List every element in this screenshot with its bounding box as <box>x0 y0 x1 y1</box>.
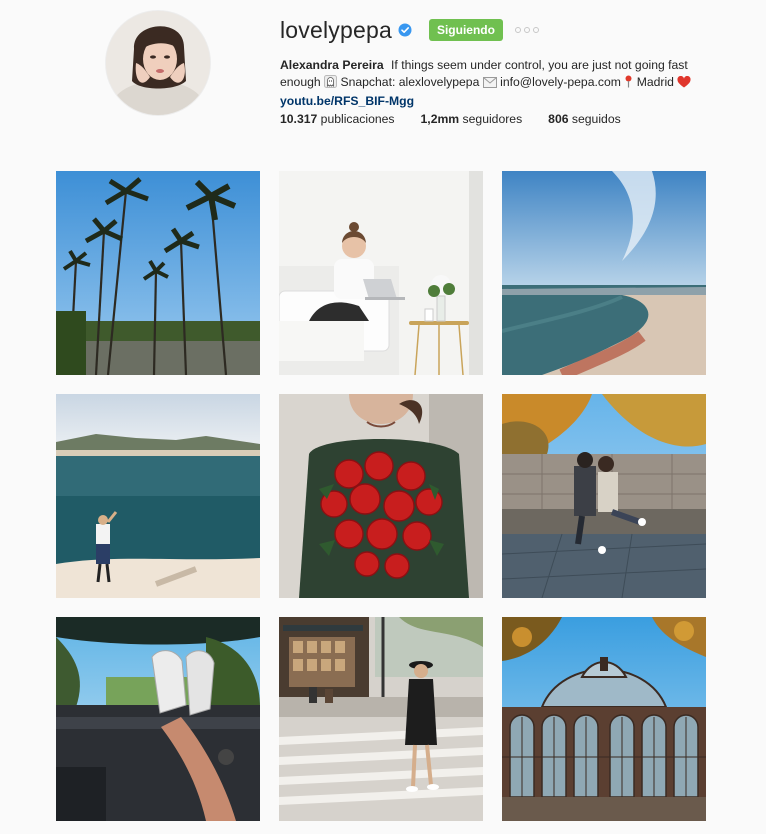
following-count: 806 <box>548 112 569 126</box>
profile-bio: Alexandra Pereira If things seem under c… <box>280 57 700 110</box>
post-thumbnail[interactable] <box>56 394 260 598</box>
post-thumbnail[interactable] <box>502 617 706 821</box>
posts-label: publicaciones <box>320 112 395 126</box>
ghost-icon <box>324 75 338 93</box>
username: lovelypepa <box>280 16 392 43</box>
following-label: seguidos <box>571 112 621 126</box>
following-stat[interactable]: 806 seguidos <box>548 112 621 126</box>
followers-label: seguidores <box>462 112 523 126</box>
full-name: Alexandra Pereira <box>280 58 384 72</box>
bio-location: Madrid <box>636 75 674 89</box>
more-options-icon[interactable] <box>514 23 539 37</box>
post-thumbnail[interactable] <box>279 394 483 598</box>
followers-stat[interactable]: 1,2mm seguidores <box>421 112 523 126</box>
post-thumbnail[interactable] <box>502 171 706 375</box>
heart-icon <box>677 75 691 93</box>
profile-stats: 10.317 publicaciones 1,2mm seguidores 80… <box>280 112 647 126</box>
post-thumbnail[interactable] <box>279 617 483 821</box>
envelope-icon <box>482 76 497 93</box>
following-button[interactable]: Siguiendo <box>428 19 503 41</box>
posts-count: 10.317 <box>280 112 318 126</box>
post-thumbnail[interactable] <box>56 171 260 375</box>
bio-email: info@lovely-pepa.com <box>500 75 621 89</box>
posts-stat: 10.317 publicaciones <box>280 112 395 126</box>
verified-badge-icon <box>398 23 412 37</box>
post-thumbnail[interactable] <box>56 617 260 821</box>
pin-icon <box>624 75 633 93</box>
post-thumbnail[interactable] <box>502 394 706 598</box>
post-thumbnail[interactable] <box>279 171 483 375</box>
followers-count: 1,2mm <box>420 112 460 126</box>
profile-header-row: lovelypepa Siguiendo <box>280 14 539 46</box>
bio-link[interactable]: youtu.be/RFS_BIF-Mgg <box>280 93 700 110</box>
bio-snapchat: Snapchat: alexlovelypepa <box>340 75 480 89</box>
profile-avatar[interactable] <box>106 11 210 115</box>
posts-grid <box>56 171 706 821</box>
